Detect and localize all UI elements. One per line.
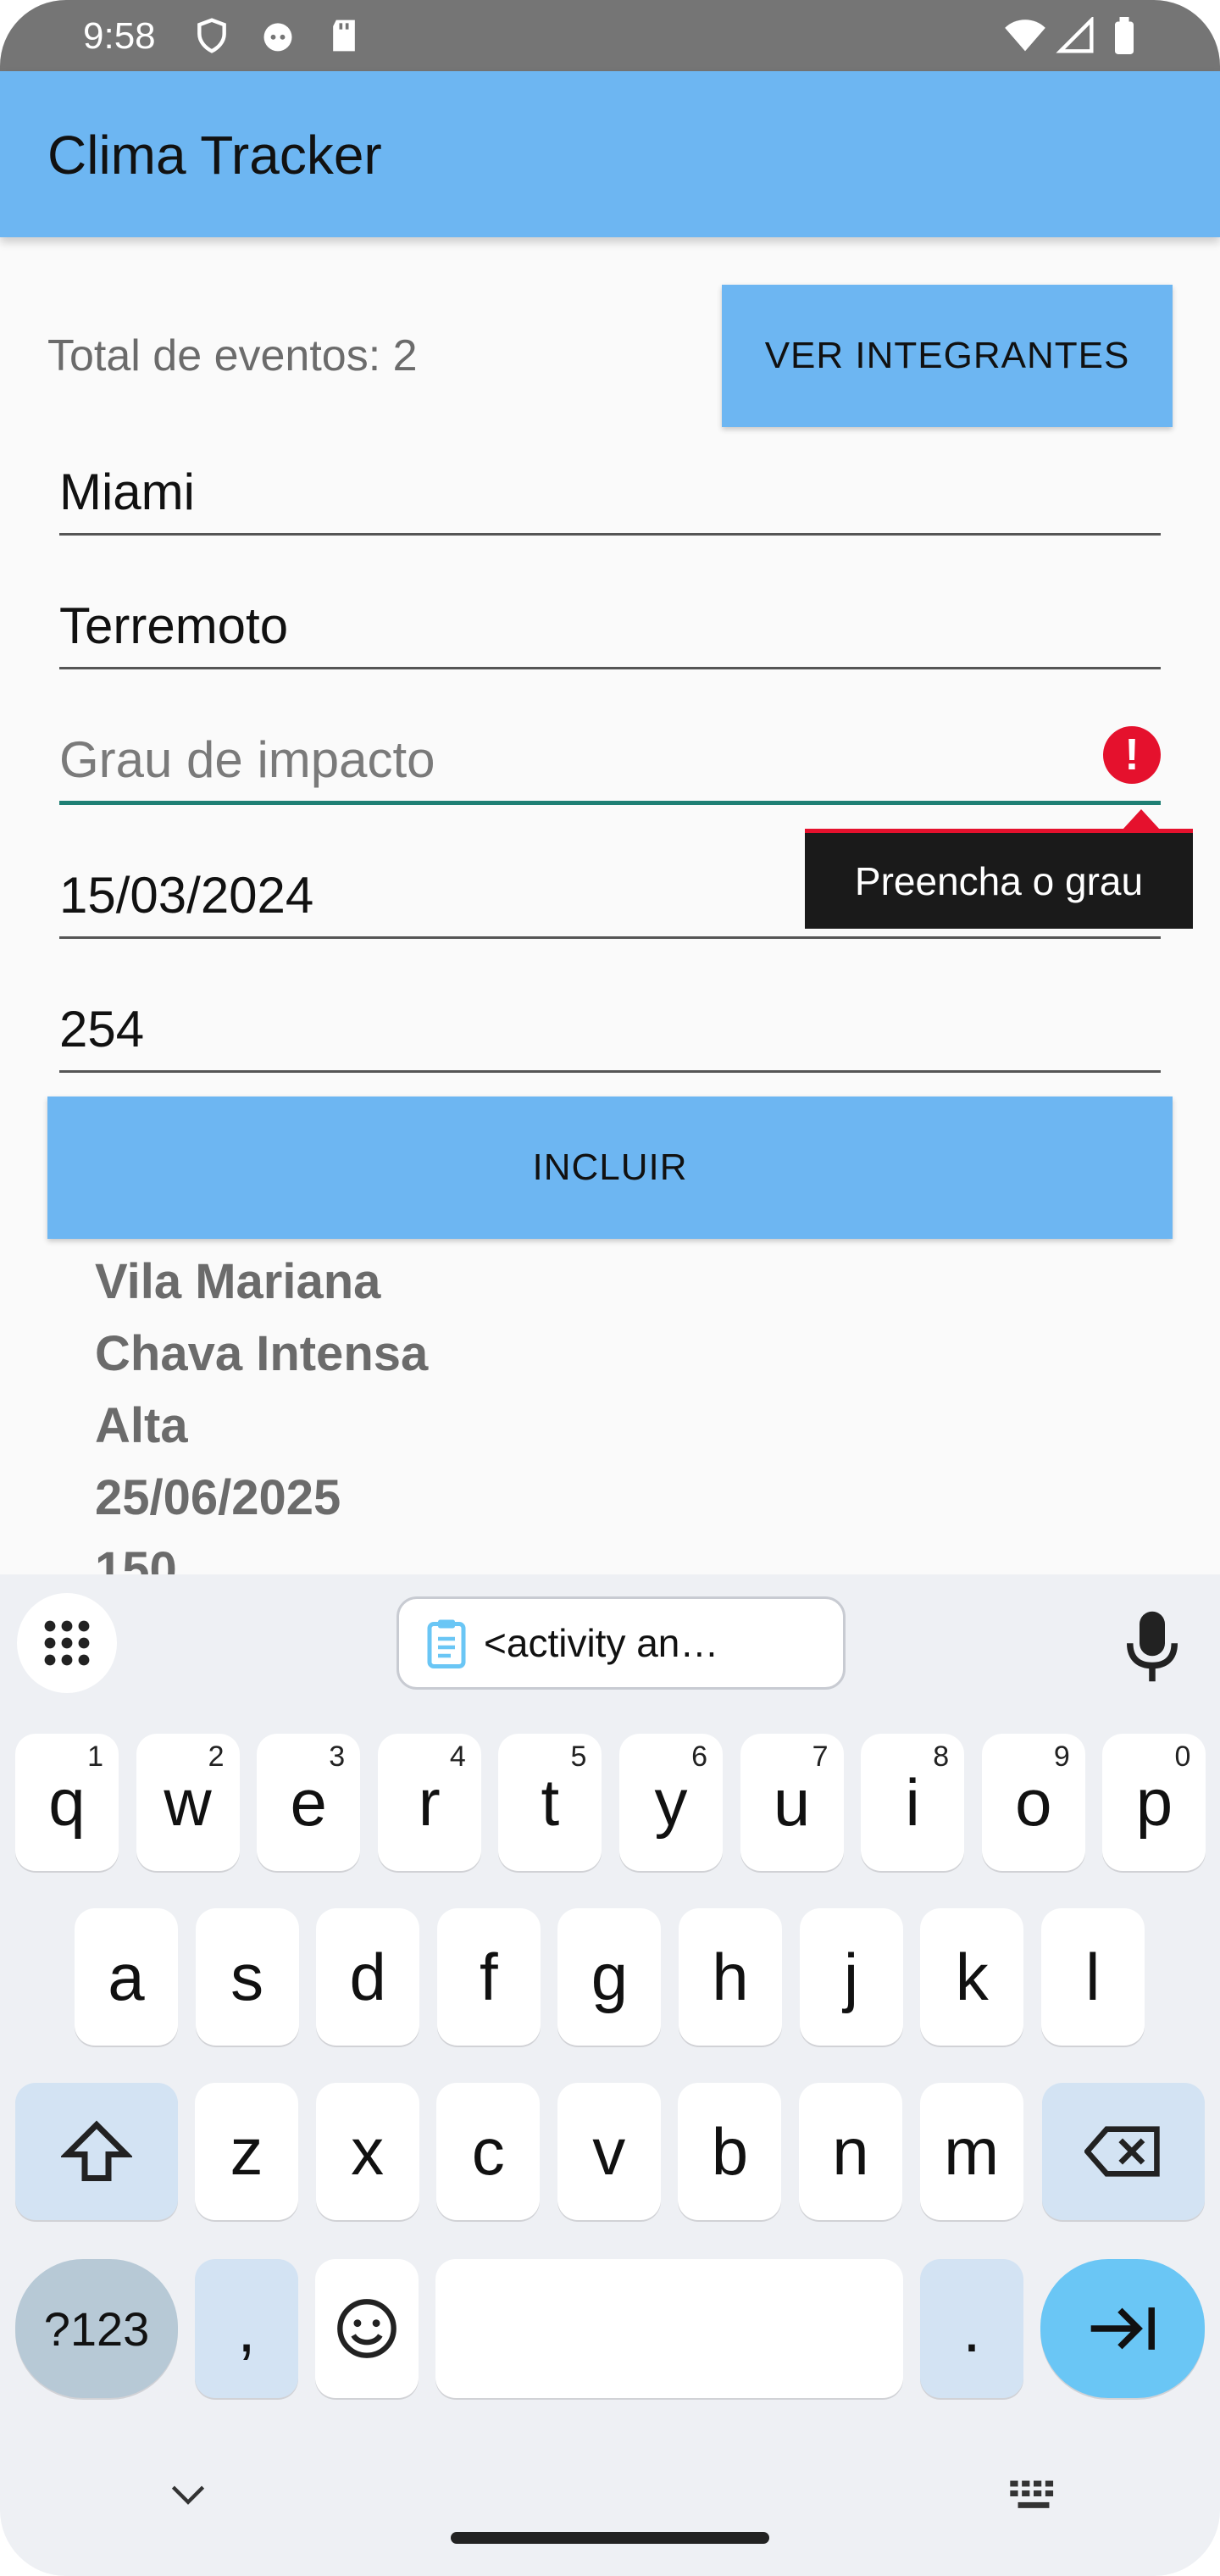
signal-icon xyxy=(1056,17,1094,53)
grau-field: ! xyxy=(59,712,1161,805)
hide-keyboard-icon[interactable] xyxy=(169,2483,207,2507)
key-g[interactable]: g xyxy=(557,1908,662,2046)
key-letter: t xyxy=(541,1764,560,1840)
key-number-hint: 4 xyxy=(449,1740,466,1773)
key-o[interactable]: o9 xyxy=(981,1734,1085,1871)
key-number-hint: 3 xyxy=(329,1740,346,1773)
key-i[interactable]: i8 xyxy=(861,1734,965,1871)
local-field xyxy=(59,442,1161,536)
key-p[interactable]: p0 xyxy=(1102,1734,1206,1871)
key-letter: q xyxy=(48,1764,86,1840)
clipboard-suggestion[interactable]: <activity an… xyxy=(396,1596,846,1690)
evento-input[interactable] xyxy=(59,597,1076,655)
key-number-hint: 5 xyxy=(570,1740,587,1773)
space-key[interactable] xyxy=(435,2259,903,2398)
key-t[interactable]: t5 xyxy=(498,1734,602,1871)
key-j[interactable]: j xyxy=(799,1908,903,2046)
key-letter: i xyxy=(905,1764,920,1840)
total-events-label: Total de eventos: 2 xyxy=(47,331,418,380)
pessoas-field xyxy=(59,980,1161,1073)
keyboard-switch-icon[interactable] xyxy=(1008,2478,1059,2515)
apps-grid-icon[interactable] xyxy=(17,1593,117,1693)
error-tooltip: Preencha o grau xyxy=(805,829,1193,929)
wifi-icon xyxy=(1005,19,1045,52)
error-tooltip-arrow xyxy=(1123,809,1160,830)
key-c[interactable]: c xyxy=(436,2083,541,2220)
key-l[interactable]: l xyxy=(1040,1908,1145,2046)
key-number-hint: 9 xyxy=(1053,1740,1070,1773)
key-q[interactable]: q1 xyxy=(15,1734,119,1871)
key-m[interactable]: m xyxy=(919,2083,1023,2220)
phone-screen: 9:58 Clima Tracker Total de eventos: 2 V… xyxy=(0,0,1220,2576)
list-item-data: 25/06/2025 xyxy=(95,1470,341,1525)
comma-key[interactable]: , xyxy=(195,2259,298,2398)
incluir-button[interactable]: INCLUIR xyxy=(47,1096,1173,1239)
emoji-key[interactable] xyxy=(315,2259,419,2398)
backspace-key[interactable] xyxy=(1042,2083,1205,2220)
key-letter: w xyxy=(164,1764,212,1840)
key-number-hint: 7 xyxy=(812,1740,829,1773)
key-a[interactable]: a xyxy=(75,1908,178,2046)
status-bar: 9:58 xyxy=(0,0,1220,71)
key-letter: o xyxy=(1015,1764,1052,1840)
list-item-grau: Alta xyxy=(95,1398,188,1453)
key-letter: u xyxy=(773,1764,811,1840)
key-e[interactable]: e3 xyxy=(257,1734,361,1871)
soft-keyboard: <activity an… q1w2e3r4t5y6u7i8o9p0 asdfg… xyxy=(0,1574,1220,2576)
key-n[interactable]: n xyxy=(799,2083,902,2220)
shift-key[interactable] xyxy=(15,2083,178,2220)
sd-card-icon xyxy=(333,19,355,52)
list-item-local: Vila Mariana xyxy=(95,1254,381,1309)
key-number-hint: 2 xyxy=(208,1740,225,1773)
app-title: Clima Tracker xyxy=(47,125,382,186)
key-number-hint: 1 xyxy=(87,1740,103,1773)
key-w[interactable]: w2 xyxy=(136,1734,240,1871)
key-number-hint: 0 xyxy=(1174,1740,1191,1773)
home-indicator[interactable] xyxy=(451,2532,769,2544)
key-letter: y xyxy=(654,1764,688,1840)
evento-field xyxy=(59,576,1161,669)
grau-input[interactable] xyxy=(59,730,1076,789)
clipboard-icon xyxy=(427,1619,466,1668)
key-k[interactable]: k xyxy=(920,1908,1024,2046)
error-icon: ! xyxy=(1103,726,1161,784)
key-number-hint: 8 xyxy=(933,1740,950,1773)
next-key[interactable] xyxy=(1040,2259,1205,2398)
clipboard-text: <activity an… xyxy=(484,1621,719,1665)
key-z[interactable]: z xyxy=(195,2083,298,2220)
key-b[interactable]: b xyxy=(678,2083,782,2220)
key-d[interactable]: d xyxy=(316,1908,420,2046)
app-bar: Clima Tracker xyxy=(0,71,1220,237)
key-f[interactable]: f xyxy=(436,1908,541,2046)
key-number-hint: 6 xyxy=(691,1740,707,1773)
key-letter: p xyxy=(1135,1764,1173,1840)
battery-icon xyxy=(1115,17,1134,54)
key-y[interactable]: y6 xyxy=(619,1734,723,1871)
shield-icon xyxy=(197,18,226,53)
key-h[interactable]: h xyxy=(679,1908,782,2046)
status-time: 9:58 xyxy=(83,15,156,57)
key-u[interactable]: u7 xyxy=(740,1734,844,1871)
list-item[interactable]: Vila Mariana Chava Intensa Alta 25/06/20… xyxy=(95,1246,428,1606)
microphone-icon[interactable] xyxy=(1118,1608,1186,1685)
cat-icon xyxy=(263,23,292,52)
key-letter: r xyxy=(418,1764,441,1840)
key-x[interactable]: x xyxy=(315,2083,419,2220)
ver-integrantes-button[interactable]: VER INTEGRANTES xyxy=(722,285,1173,427)
key-v[interactable]: v xyxy=(557,2083,661,2220)
list-item-evento: Chava Intensa xyxy=(95,1326,429,1381)
symbols-key[interactable]: ?123 xyxy=(15,2259,178,2398)
key-r[interactable]: r4 xyxy=(377,1734,481,1871)
period-key[interactable]: . xyxy=(920,2259,1023,2398)
key-s[interactable]: s xyxy=(195,1908,299,2046)
key-letter: e xyxy=(290,1764,327,1840)
local-input[interactable] xyxy=(59,463,1076,521)
pessoas-input[interactable] xyxy=(59,1000,1076,1058)
